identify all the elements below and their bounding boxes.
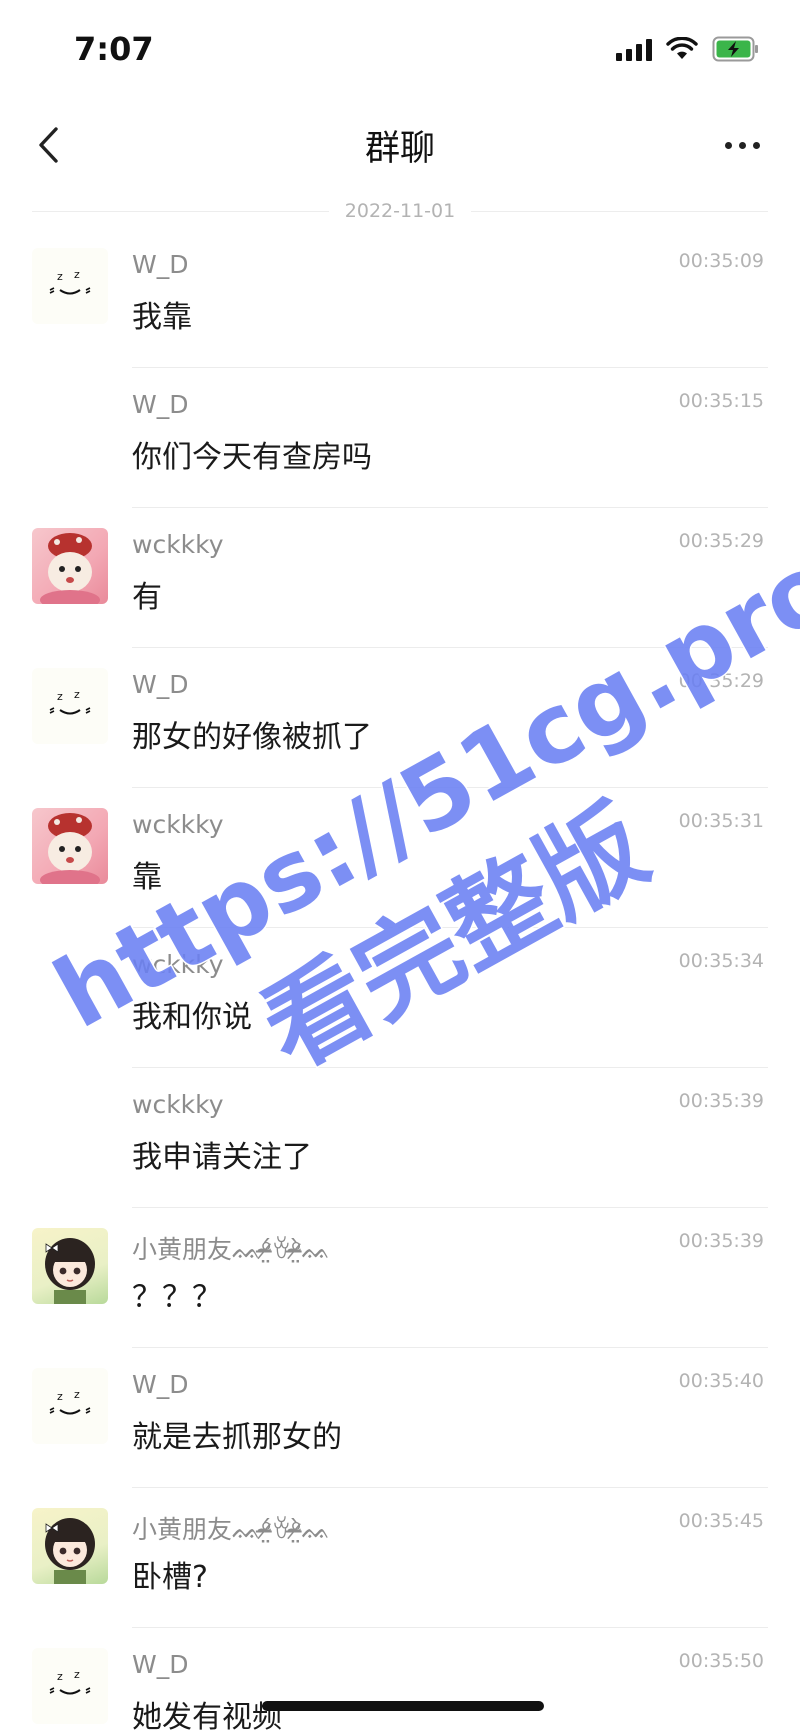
sender-name: wckkky: [132, 950, 224, 979]
svg-text:z: z: [74, 688, 80, 701]
wifi-icon: [666, 37, 698, 61]
sender-name: W_D: [132, 390, 189, 419]
message-text: ？？？: [132, 1280, 222, 1315]
message-text: 靠: [132, 860, 162, 895]
more-dot-icon: [738, 141, 746, 149]
pink-bear-avatar[interactable]: [32, 808, 108, 884]
message-time: 00:35:09: [678, 250, 764, 272]
anime-girl-avatar[interactable]: [32, 1228, 108, 1304]
sender-name: 小黄朋友ᨐᵒ̴̶̷̤́ꈊᵒ̴̶̷̤̀ᨐ: [132, 1235, 332, 1264]
date-label: 2022-11-01: [344, 200, 456, 222]
message-text: 就是去抓那女的: [132, 1420, 342, 1455]
message-row[interactable]: z z W_D 00:35:09 我靠: [0, 228, 800, 368]
divider-line: [471, 210, 769, 212]
page-title: 群聊: [364, 129, 435, 169]
message-text: 我靠: [132, 300, 192, 335]
more-options-button[interactable]: [712, 122, 772, 168]
sender-name: W_D: [132, 1370, 189, 1399]
date-divider: 2022-11-01: [32, 196, 769, 226]
message-time: 00:35:15: [678, 390, 764, 412]
message-text: 你们今天有查房吗: [132, 440, 372, 475]
message-text: 卧槽?: [132, 1560, 208, 1595]
svg-text:z: z: [74, 1668, 80, 1681]
sender-name: W_D: [132, 670, 189, 699]
message-time: 00:35:40: [678, 1370, 764, 1392]
svg-text:z: z: [57, 1670, 63, 1683]
status-time: 7:07: [74, 30, 154, 68]
more-dot-icon: [724, 141, 732, 149]
svg-text:z: z: [74, 268, 80, 281]
message-text: 有: [132, 580, 162, 615]
message-text: 我申请关注了: [132, 1140, 312, 1175]
message-row[interactable]: z z W_D 00:35:29 那女的好像被抓了: [0, 648, 800, 788]
svg-text:z: z: [57, 270, 63, 283]
sleepy-face-icon[interactable]: z z: [32, 248, 108, 324]
message-time: 00:35:50: [678, 1650, 764, 1672]
status-bar: 7:07: [0, 0, 800, 100]
message-row[interactable]: wckkky 00:35:31 靠: [0, 788, 800, 928]
message-time: 00:35:39: [678, 1230, 764, 1252]
divider-line: [32, 210, 329, 212]
message-row[interactable]: z z W_D 00:35:40 就是去抓那女的: [0, 1348, 800, 1488]
status-icons: [616, 36, 760, 62]
sleepy-face-icon[interactable]: z z: [32, 1648, 108, 1724]
sender-name: wckkky: [132, 810, 224, 839]
message-time: 00:35:45: [678, 1510, 764, 1532]
svg-text:z: z: [74, 1388, 80, 1401]
message-row[interactable]: W_D 00:35:15 你们今天有查房吗: [0, 368, 800, 508]
message-row[interactable]: 小黄朋友ᨐᵒ̴̶̷̤́ꈊᵒ̴̶̷̤̀ᨐ 00:35:39 ？？？: [0, 1208, 800, 1348]
message-list[interactable]: z z W_D 00:35:09 我靠 W_D 00:35:15 你们今天有查房…: [0, 228, 800, 1733]
message-row[interactable]: z z W_D 00:35:50 她发有视频: [0, 1628, 800, 1733]
message-row[interactable]: wckkky 00:35:39 我申请关注了: [0, 1068, 800, 1208]
message-row[interactable]: wckkky 00:35:29 有: [0, 508, 800, 648]
battery-charging-icon: [712, 36, 760, 62]
sender-name: 小黄朋友ᨐᵒ̴̶̷̤́ꈊᵒ̴̶̷̤̀ᨐ: [132, 1515, 332, 1544]
message-time: 00:35:39: [678, 1090, 764, 1112]
sender-name: wckkky: [132, 530, 224, 559]
message-text: 她发有视频: [132, 1700, 282, 1733]
cellular-signal-icon: [616, 37, 652, 61]
pink-bear-avatar[interactable]: [32, 528, 108, 604]
message-text: 那女的好像被抓了: [132, 720, 372, 755]
svg-text:z: z: [57, 690, 63, 703]
message-row[interactable]: 小黄朋友ᨐᵒ̴̶̷̤́ꈊᵒ̴̶̷̤̀ᨐ 00:35:45 卧槽?: [0, 1488, 800, 1628]
home-indicator[interactable]: [262, 1701, 544, 1711]
sender-name: wckkky: [132, 1090, 224, 1119]
sleepy-face-icon[interactable]: z z: [32, 668, 108, 744]
nav-bar: 群聊: [0, 100, 800, 190]
sender-name: W_D: [132, 1650, 189, 1679]
message-time: 00:35:29: [678, 530, 764, 552]
sleepy-face-icon[interactable]: z z: [32, 1368, 108, 1444]
sender-name: W_D: [132, 250, 189, 279]
message-row[interactable]: wckkky 00:35:34 我和你说: [0, 928, 800, 1068]
message-text: 我和你说: [132, 1000, 252, 1035]
message-time: 00:35:29: [678, 670, 764, 692]
message-time: 00:35:34: [678, 950, 764, 972]
anime-girl-avatar[interactable]: [32, 1508, 108, 1584]
svg-text:z: z: [57, 1390, 63, 1403]
more-dot-icon: [752, 141, 760, 149]
message-time: 00:35:31: [678, 810, 764, 832]
